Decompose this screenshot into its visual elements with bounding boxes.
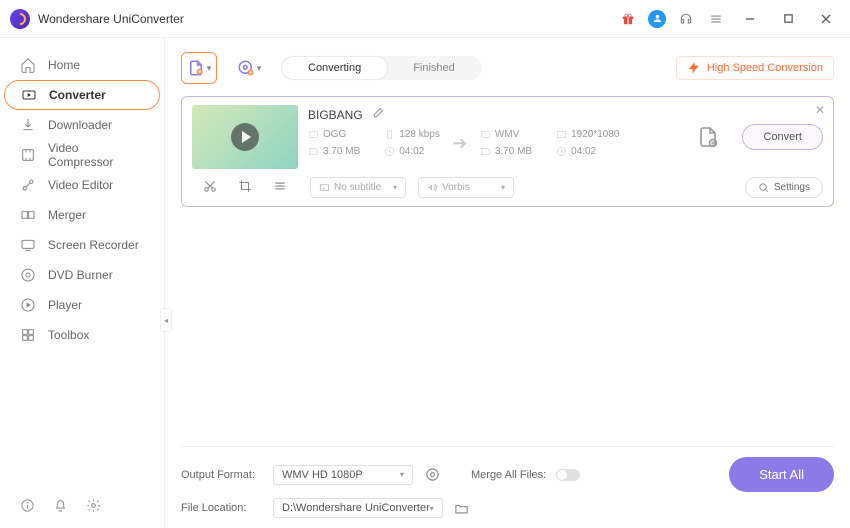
sidebar-item-dvd[interactable]: DVD Burner (0, 260, 164, 290)
merge-toggle[interactable] (556, 469, 580, 481)
play-icon (231, 123, 259, 151)
sidebar-item-editor[interactable]: Video Editor (0, 170, 164, 200)
sidebar: Home Converter Downloader Video Compress… (0, 38, 165, 528)
app-logo (10, 9, 30, 29)
maximize-button[interactable] (774, 9, 802, 29)
nav-label: Screen Recorder (48, 238, 139, 252)
gift-icon[interactable] (618, 9, 638, 29)
nav-label: DVD Burner (48, 268, 113, 282)
gear-icon[interactable] (86, 498, 101, 516)
file-location-label: File Location: (181, 502, 263, 514)
info-icon[interactable] (20, 498, 35, 516)
nav-label: Video Compressor (48, 141, 144, 169)
add-file-button[interactable]: ▾ (181, 52, 217, 84)
add-dvd-button[interactable]: ▾ (231, 52, 267, 84)
sidebar-item-home[interactable]: Home (0, 50, 164, 80)
minimize-button[interactable] (736, 9, 764, 29)
sidebar-item-downloader[interactable]: Downloader (0, 110, 164, 140)
settings-button[interactable]: Settings (745, 177, 823, 198)
remove-file-button[interactable]: ✕ (815, 103, 825, 117)
chevron-down-icon: ▾ (257, 63, 262, 74)
user-avatar[interactable] (648, 10, 666, 28)
trim-icon[interactable] (203, 179, 217, 196)
more-icon[interactable] (273, 179, 287, 196)
high-speed-toggle[interactable]: High Speed Conversion (676, 56, 834, 80)
file-item: ✕ BIGBANG OGG 128 kbps 3.70 MB 04:02 (181, 96, 834, 207)
bell-icon[interactable] (53, 498, 68, 516)
source-meta: OGG 128 kbps 3.70 MB 04:02 (308, 129, 440, 157)
open-folder-icon[interactable] (453, 499, 471, 517)
crop-icon[interactable] (238, 179, 252, 196)
file-title: BIGBANG (308, 108, 363, 122)
merge-label: Merge All Files: (471, 469, 546, 481)
start-all-button[interactable]: Start All (729, 457, 834, 492)
target-meta: WMV 1920*1080 3.70 MB 04:02 (480, 129, 620, 157)
nav-label: Video Editor (48, 178, 113, 192)
tab-finished[interactable]: Finished (387, 57, 481, 79)
nav-label: Toolbox (48, 328, 89, 342)
headset-icon[interactable] (676, 9, 696, 29)
file-location-select[interactable]: D:\Wondershare UniConverter▾ (273, 498, 443, 518)
nav-label: Downloader (48, 118, 112, 132)
titlebar: Wondershare UniConverter (0, 0, 850, 38)
nav-label: Merger (48, 208, 86, 222)
output-format-label: Output Format: (181, 469, 263, 481)
video-thumbnail[interactable] (192, 105, 298, 169)
output-format-icon[interactable] (696, 125, 720, 149)
tabs: Converting Finished (281, 56, 482, 80)
nav-label: Converter (49, 88, 106, 102)
app-title: Wondershare UniConverter (38, 12, 184, 26)
nav-label: Player (48, 298, 82, 312)
convert-button[interactable]: Convert (742, 124, 823, 150)
sidebar-item-merger[interactable]: Merger (0, 200, 164, 230)
output-format-select[interactable]: WMV HD 1080P▾ (273, 465, 413, 485)
hsc-label: High Speed Conversion (707, 62, 823, 74)
tab-converting[interactable]: Converting (282, 57, 387, 79)
sidebar-item-recorder[interactable]: Screen Recorder (0, 230, 164, 260)
format-settings-icon[interactable] (423, 466, 441, 484)
sidebar-item-compressor[interactable]: Video Compressor (0, 140, 164, 170)
nav-label: Home (48, 58, 80, 72)
sidebar-item-player[interactable]: Player (0, 290, 164, 320)
menu-icon[interactable] (706, 9, 726, 29)
sidebar-item-converter[interactable]: Converter (4, 80, 160, 110)
chevron-down-icon: ▾ (207, 63, 212, 74)
audio-select[interactable]: Vorbis▾ (418, 177, 514, 198)
sidebar-item-toolbox[interactable]: Toolbox (0, 320, 164, 350)
subtitle-select[interactable]: No subtitle▾ (310, 177, 406, 198)
close-button[interactable] (812, 9, 840, 29)
toolbar: ▾ ▾ Converting Finished High Speed Conve… (181, 48, 834, 88)
rename-icon[interactable] (371, 107, 384, 123)
arrow-icon: ➔ (440, 133, 480, 154)
collapse-sidebar-handle[interactable]: ◂ (160, 308, 172, 332)
